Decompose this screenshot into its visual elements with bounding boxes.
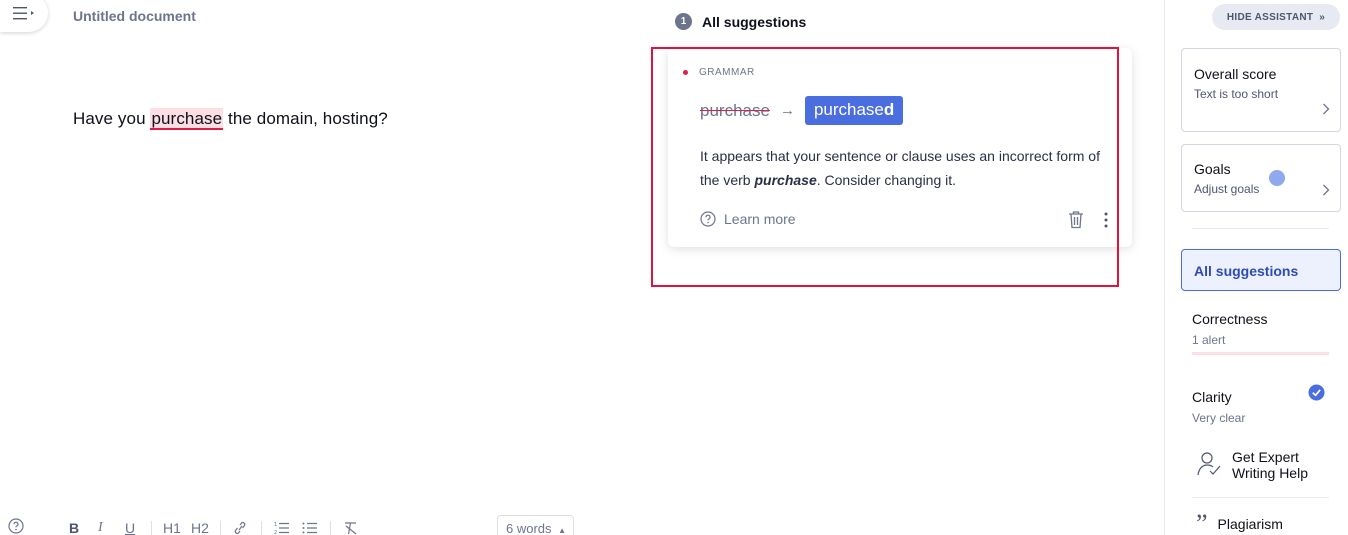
goals-subtitle: Adjust goals	[1194, 182, 1260, 196]
numbered-list-icon: 1 2	[274, 522, 289, 535]
goals-card[interactable]: Goals Adjust goals	[1181, 144, 1341, 212]
plagiarism-button[interactable]: ” Plagiarism	[1196, 509, 1283, 535]
expert-line2: Writing Help	[1232, 465, 1308, 481]
document-body[interactable]: Have you purchase the domain, hosting?	[73, 108, 388, 130]
hamburger-icon	[13, 7, 34, 20]
correctness-subtitle: 1 alert	[1192, 333, 1226, 347]
expert-line1: Get Expert	[1232, 449, 1299, 465]
suggestions-header: 1 All suggestions	[675, 13, 806, 30]
expert-help-label: Get Expert Writing Help	[1232, 449, 1308, 481]
correctness-bar	[1192, 352, 1329, 355]
help-circle-icon	[8, 518, 24, 534]
text-segment: the domain, hosting?	[223, 109, 388, 128]
chevron-right-icon	[1323, 103, 1330, 115]
caret-up-icon: ▲	[558, 526, 567, 535]
hide-assistant-button[interactable]: HIDE ASSISTANT »	[1212, 4, 1340, 30]
plagiarism-label: Plagiarism	[1217, 516, 1283, 532]
expert-person-icon	[1197, 452, 1221, 476]
toolbar-divider	[151, 521, 152, 535]
underline-button[interactable]: U	[125, 520, 135, 535]
bullet-list-button[interactable]	[302, 521, 318, 535]
svg-text:1: 1	[274, 522, 277, 528]
clarity-title: Clarity	[1192, 389, 1232, 405]
chevron-right-icon	[1323, 184, 1330, 196]
clear-format-button[interactable]	[343, 521, 359, 535]
italic-button[interactable]: I	[98, 520, 103, 535]
quote-icon: ”	[1196, 509, 1208, 535]
heading2-button[interactable]: H2	[191, 520, 209, 535]
bullet-list-icon	[302, 522, 317, 534]
toolbar-divider	[261, 521, 262, 535]
suggestion-count-badge: 1	[675, 13, 692, 30]
text-segment: Have you	[73, 109, 151, 128]
formatting-toolbar: B I U H1 H2 1 2 6 words ▲	[0, 515, 640, 535]
panel-divider	[1192, 497, 1329, 498]
check-circle-icon	[1308, 384, 1325, 401]
panel-divider	[1192, 228, 1329, 229]
assistant-panel: HIDE ASSISTANT » Overall score Text is t…	[1164, 0, 1348, 535]
annotation-highlight-box	[651, 47, 1119, 287]
clarity-tab[interactable]: Clarity Very clear	[1192, 389, 1245, 425]
menu-button[interactable]	[0, 0, 48, 32]
link-button[interactable]	[232, 521, 248, 535]
expert-help-button[interactable]: Get Expert Writing Help	[1196, 449, 1308, 481]
chevrons-right-icon: »	[1319, 11, 1326, 23]
overall-score-subtitle: Text is too short	[1194, 87, 1279, 101]
suggestions-title: All suggestions	[702, 13, 807, 30]
heading1-button[interactable]: H1	[163, 520, 181, 535]
document-title[interactable]: Untitled document	[73, 8, 196, 24]
hide-assistant-label: HIDE ASSISTANT	[1226, 11, 1314, 23]
numbered-list-button[interactable]: 1 2	[274, 521, 290, 535]
correctness-title: Correctness	[1192, 311, 1268, 327]
overall-score-card[interactable]: Overall score Text is too short	[1181, 48, 1341, 132]
clear-format-icon	[345, 522, 357, 535]
clarity-subtitle: Very clear	[1192, 411, 1246, 425]
word-count-button[interactable]: 6 words ▲	[497, 515, 574, 535]
correctness-tab[interactable]: Correctness 1 alert	[1192, 311, 1267, 347]
help-button[interactable]	[8, 518, 24, 535]
goals-title: Goals	[1194, 161, 1231, 177]
toolbar-divider	[330, 521, 331, 535]
bold-button[interactable]: B	[69, 520, 79, 535]
toolbar-divider	[220, 521, 221, 535]
flagged-word[interactable]: purchase	[150, 108, 224, 130]
overall-score-title: Overall score	[1194, 66, 1277, 82]
all-suggestions-tab[interactable]: All suggestions	[1181, 249, 1341, 291]
word-count-label: 6 words	[506, 521, 552, 535]
svg-text:2: 2	[274, 530, 277, 535]
cursor-indicator	[1269, 170, 1285, 186]
link-icon	[234, 522, 246, 534]
